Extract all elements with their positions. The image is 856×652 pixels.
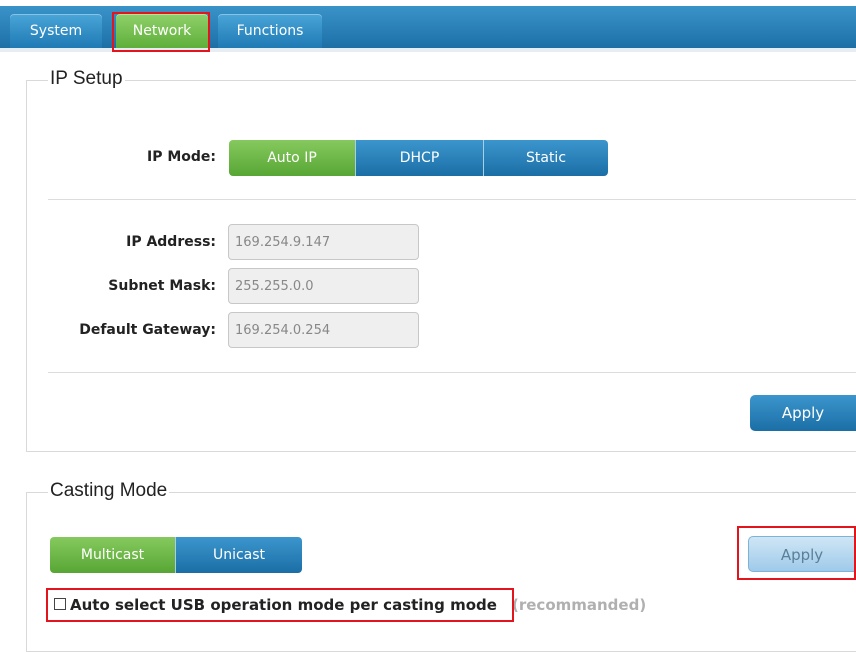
casting-mode-title: Casting Mode <box>48 480 170 502</box>
ip-address-label: IP Address: <box>126 234 216 250</box>
ip-mode-auto-ip[interactable]: Auto IP <box>229 140 356 176</box>
casting-multicast[interactable]: Multicast <box>50 537 176 573</box>
tab-functions[interactable]: Functions <box>218 14 322 48</box>
ip-setup-title: IP Setup <box>48 68 125 90</box>
ip-setup-panel <box>26 80 856 452</box>
subnet-mask-field[interactable]: 255.255.0.0 <box>228 268 419 304</box>
default-gateway-field[interactable]: 169.254.0.254 <box>228 312 419 348</box>
ip-address-field[interactable]: 169.254.9.147 <box>228 224 419 260</box>
ip-mode-label: IP Mode: <box>146 149 216 165</box>
subnet-mask-label: Subnet Mask: <box>108 278 216 294</box>
default-gateway-label: Default Gateway: <box>79 322 216 338</box>
ip-setup-divider-bottom <box>48 372 856 373</box>
recommended-hint: (recommanded) <box>512 596 647 614</box>
ip-mode-dhcp[interactable]: DHCP <box>356 140 484 176</box>
ip-apply-button[interactable]: Apply <box>750 395 856 431</box>
ip-mode-static[interactable]: Static <box>484 140 608 176</box>
tab-system[interactable]: System <box>10 14 102 48</box>
casting-unicast[interactable]: Unicast <box>176 537 302 573</box>
checkbox-highlight <box>46 588 514 622</box>
ip-setup-divider-top <box>48 199 856 200</box>
casting-apply-highlight <box>737 526 856 580</box>
network-tab-highlight <box>112 12 210 52</box>
